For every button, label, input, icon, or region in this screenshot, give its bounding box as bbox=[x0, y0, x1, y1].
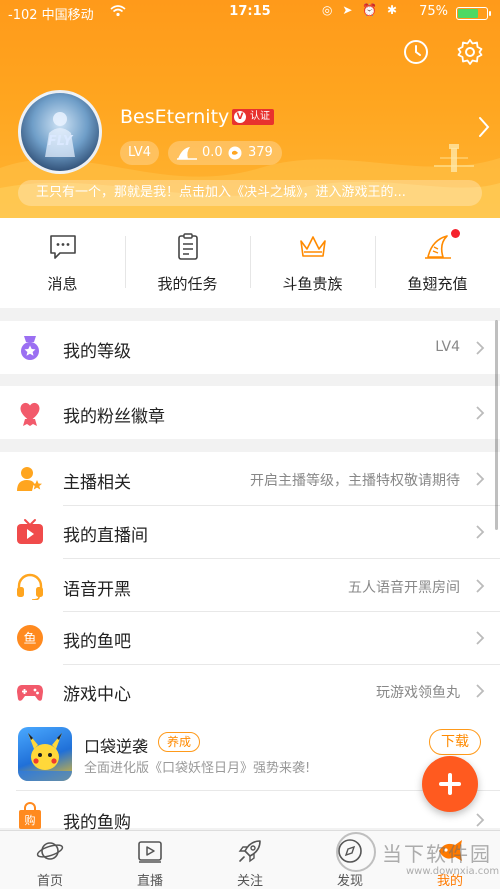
heart-ribbon-icon bbox=[20, 402, 40, 426]
game-app-icon[interactable] bbox=[18, 727, 72, 781]
planet-icon bbox=[36, 842, 64, 860]
chevron-right-icon bbox=[476, 525, 485, 539]
avatar-figure-image bbox=[45, 112, 75, 157]
row-voice-chat[interactable]: 语音开黑 五人语音开黑房间 bbox=[0, 559, 500, 612]
quick-item-messages[interactable]: 消息 bbox=[0, 218, 125, 308]
row-anchor[interactable]: 主播相关 开启主播等级，主播特权敬请期待 bbox=[0, 452, 500, 505]
chevron-right-icon bbox=[476, 472, 485, 486]
shopping-bag-icon: 购 bbox=[19, 802, 41, 829]
tab-follow[interactable]: 关注 bbox=[200, 831, 300, 889]
avatar-caption: FLY bbox=[47, 134, 73, 149]
verified-label: 认证 bbox=[250, 111, 270, 122]
row-label: 我的等级 bbox=[63, 342, 131, 362]
shark-fin-icon bbox=[177, 147, 197, 160]
row-label: 我的粉丝徽章 bbox=[63, 407, 165, 427]
chevron-right-icon bbox=[476, 631, 485, 645]
video-play-icon bbox=[138, 841, 162, 863]
avatar[interactable]: FLY bbox=[18, 90, 102, 174]
quick-item-label: 鱼翅充值 bbox=[407, 275, 468, 293]
history-clock-icon[interactable] bbox=[402, 38, 430, 66]
row-label: 语音开黑 bbox=[63, 580, 131, 600]
medal-icon bbox=[21, 336, 39, 360]
chevron-right-icon bbox=[476, 406, 485, 420]
tv-play-icon bbox=[17, 519, 43, 544]
quick-item-label: 我的任务 bbox=[157, 275, 218, 293]
tab-label: 首页 bbox=[36, 874, 63, 889]
fish-ball-icon bbox=[228, 146, 242, 160]
settings-gear-icon[interactable] bbox=[456, 38, 484, 66]
svg-text:鱼: 鱼 bbox=[23, 631, 36, 647]
row-fish-bar[interactable]: 鱼 我的鱼吧 bbox=[0, 612, 500, 665]
site-watermark: 当下软件园 www.downxia.com bbox=[336, 832, 500, 888]
row-label: 我的鱼吧 bbox=[63, 632, 131, 652]
watermark-title: 当下软件园 bbox=[382, 842, 492, 866]
tab-label: 关注 bbox=[236, 874, 263, 889]
game-title[interactable]: 口袋逆袭 bbox=[84, 733, 148, 757]
chevron-right-icon bbox=[476, 684, 485, 698]
row-label: 游戏中心 bbox=[63, 685, 131, 705]
fish-ball-value: 379 bbox=[248, 145, 273, 160]
row-desc: 五人语音开黑房间 bbox=[348, 580, 460, 596]
profile-chevron-icon[interactable] bbox=[478, 116, 490, 138]
verified-badge: V 认证 bbox=[232, 109, 274, 125]
download-button[interactable]: 下载 bbox=[429, 729, 481, 755]
add-fab-button[interactable] bbox=[422, 756, 478, 812]
shark-fin-value: 0.0 bbox=[202, 145, 223, 160]
battery-level bbox=[458, 9, 478, 18]
gamepad-icon bbox=[17, 685, 43, 701]
row-my-level[interactable]: 我的等级 LV4 bbox=[0, 321, 500, 374]
notice-banner[interactable]: 王只有一个，那就是我！点击加入《决斗之城》，进入游戏王的... bbox=[18, 180, 482, 206]
status-bar: -102 中国移动 17:15 ◎ ➤ ⏰ ✱ 75% bbox=[0, 0, 500, 26]
scrollbar[interactable] bbox=[495, 320, 498, 530]
row-fan-badge[interactable]: 我的粉丝徽章 bbox=[0, 386, 500, 439]
tab-home[interactable]: 首页 bbox=[0, 831, 100, 889]
chevron-right-icon bbox=[476, 813, 485, 827]
level-pill: LV4 bbox=[120, 141, 159, 165]
row-label: 主播相关 bbox=[63, 473, 131, 493]
row-value: LV4 bbox=[435, 339, 460, 355]
status-system-icons: ◎ ➤ ⏰ ✱ bbox=[322, 3, 400, 17]
verified-v-icon: V bbox=[234, 111, 246, 123]
tab-live[interactable]: 直播 bbox=[100, 831, 200, 889]
quick-menu: 消息 我的任务 斗鱼贵族 鱼翅充值 bbox=[0, 218, 500, 308]
quick-item-tasks[interactable]: 我的任务 bbox=[125, 218, 250, 308]
shark-fin-icon bbox=[425, 235, 451, 259]
profile-header: -102 中国移动 17:15 ◎ ➤ ⏰ ✱ 75% FLY BesEtern… bbox=[0, 0, 500, 218]
chevron-right-icon bbox=[476, 579, 485, 593]
row-desc: 玩游戏领鱼丸 bbox=[376, 685, 460, 701]
anchor-user-icon bbox=[17, 467, 42, 491]
game-tag: 养成 bbox=[158, 732, 201, 752]
chevron-right-icon bbox=[476, 341, 485, 355]
headset-icon bbox=[17, 573, 43, 600]
quick-item-label: 斗鱼贵族 bbox=[282, 275, 343, 293]
username[interactable]: BesEternity bbox=[120, 106, 229, 128]
lighthouse-decoration bbox=[434, 144, 474, 172]
quick-item-nobility[interactable]: 斗鱼贵族 bbox=[250, 218, 375, 308]
row-live-room[interactable]: 我的直播间 bbox=[0, 506, 500, 559]
battery-percent: 75% bbox=[419, 4, 448, 19]
game-description: 全面进化版《口袋妖怪日月》强势来袭! bbox=[84, 761, 311, 776]
row-game-center[interactable]: 游戏中心 玩游戏领鱼丸 bbox=[0, 665, 500, 718]
row-label: 我的直播间 bbox=[63, 526, 148, 546]
crown-icon bbox=[300, 236, 326, 257]
currency-pill: 0.0 379 bbox=[168, 141, 282, 165]
quick-item-recharge[interactable]: 鱼翅充值 bbox=[375, 218, 500, 308]
message-icon bbox=[50, 235, 76, 259]
svg-text:购: 购 bbox=[25, 813, 36, 827]
notification-dot bbox=[451, 229, 460, 238]
quick-item-label: 消息 bbox=[47, 275, 78, 293]
watermark-url: www.downxia.com bbox=[406, 866, 500, 877]
pikachu-illustration bbox=[18, 733, 72, 781]
rocket-icon bbox=[238, 840, 261, 863]
tab-label: 直播 bbox=[136, 874, 163, 889]
row-desc: 开启主播等级，主播特权敬请期待 bbox=[250, 473, 460, 489]
battery-icon bbox=[456, 7, 491, 20]
fish-bar-icon: 鱼 bbox=[17, 625, 43, 651]
watermark-logo-icon bbox=[336, 832, 376, 872]
task-clipboard-icon bbox=[178, 233, 198, 260]
